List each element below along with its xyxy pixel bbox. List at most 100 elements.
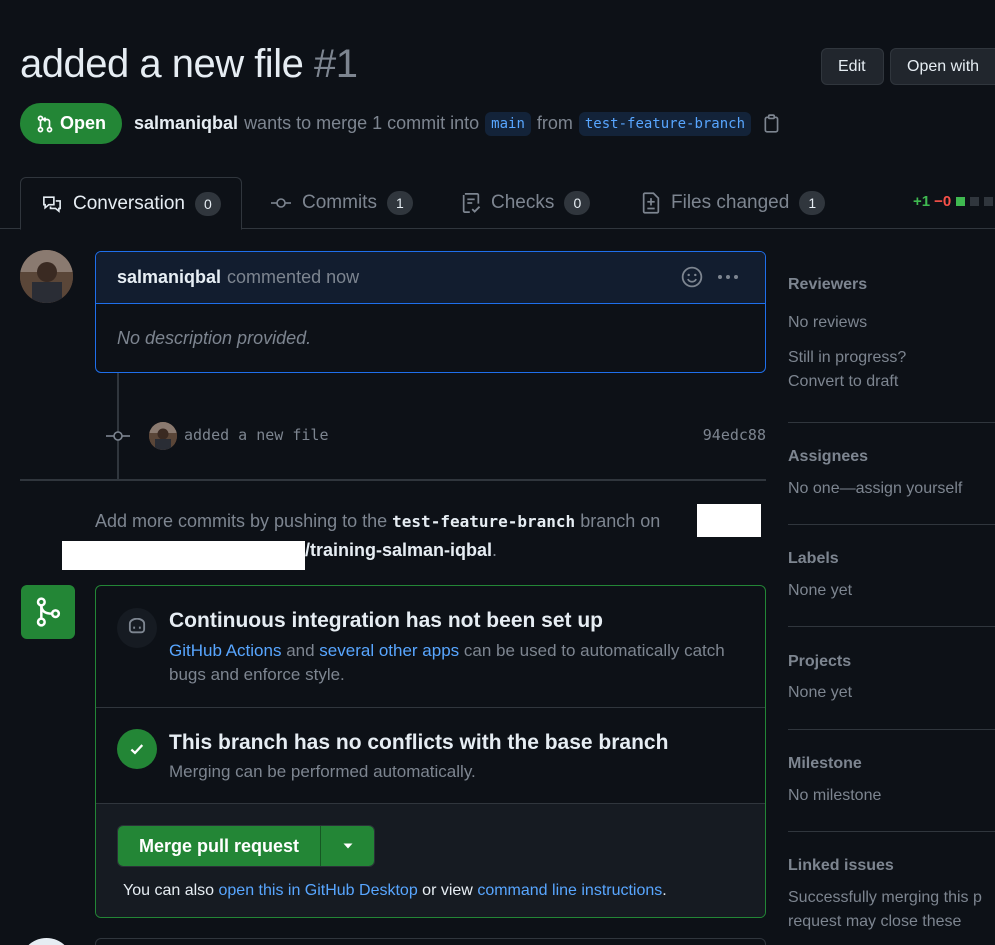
tab-files-changed[interactable]: Files changed 1 <box>641 177 826 229</box>
merge-pull-request-button[interactable]: Merge pull request <box>118 826 321 866</box>
merge-description: salmaniqbal wants to merge 1 commit into… <box>134 111 781 136</box>
sidebar-projects: Projects None yet <box>788 653 995 705</box>
merge-button-group: Merge pull request <box>117 825 376 867</box>
tab-conversation[interactable]: Conversation 0 <box>20 177 242 230</box>
merge-text: wants to merge 1 commit into <box>244 113 480 133</box>
push-suffix: . <box>492 540 498 560</box>
convert-to-draft-link[interactable]: Convert to draft <box>788 370 995 394</box>
command-line-link[interactable]: command line instructions <box>477 882 662 899</box>
labels-heading[interactable]: Labels <box>788 550 995 568</box>
tab-commits[interactable]: Commits 1 <box>270 177 413 229</box>
push-prefix: Add more commits by pushing to the <box>95 511 388 531</box>
pr-number: #1 <box>313 42 358 86</box>
pr-title: added a new file #1 <box>20 42 358 87</box>
diffstat-block <box>956 197 966 206</box>
no-conflicts-section: This branch has no conflicts with the ba… <box>96 708 765 804</box>
github-actions-link[interactable]: GitHub Actions <box>169 641 281 660</box>
comment-icon <box>43 195 61 213</box>
diffstat-additions: +1 <box>913 193 931 210</box>
sidebar-divider <box>788 831 995 832</box>
smiley-icon[interactable] <box>681 266 703 293</box>
file-diff-icon <box>642 192 660 214</box>
checklist-icon <box>462 192 481 214</box>
merge-status-icon <box>21 585 75 639</box>
state-badge: Open <box>20 103 123 144</box>
assignees-heading[interactable]: Assignees <box>788 448 995 466</box>
linked-issues-value: Successfully merging this p <box>788 889 982 906</box>
comment-form-box <box>95 938 766 945</box>
no-conflicts-description: Merging can be performed automatically. <box>169 762 476 781</box>
head-branch[interactable]: test-feature-branch <box>578 111 752 136</box>
timeline-divider <box>20 479 766 481</box>
ci-description: GitHub Actions and several other apps ca… <box>169 639 749 687</box>
tab-count: 1 <box>799 191 826 215</box>
comment-author[interactable]: salmaniqbal <box>117 267 221 288</box>
tab-checks[interactable]: Checks 0 <box>461 177 591 229</box>
merge-options-dropdown[interactable] <box>320 826 375 866</box>
git-merge-icon <box>36 597 61 627</box>
push-branch: test-feature-branch <box>392 512 576 531</box>
sidebar-divider <box>788 422 995 423</box>
pr-status-row: Open salmaniqbal wants to merge 1 commit… <box>20 103 781 144</box>
comment-box: salmaniqbal commented now No description… <box>95 251 766 373</box>
sidebar-divider <box>788 524 995 525</box>
comment-header: salmaniqbal commented now <box>96 252 765 304</box>
tab-label: Files changed <box>671 192 790 213</box>
diffstat-block <box>984 197 994 206</box>
copy-icon[interactable] <box>763 113 781 134</box>
pr-title-text: added a new file <box>20 42 304 86</box>
merge-section: Merge pull request You can also open thi… <box>96 804 765 917</box>
github-desktop-link[interactable]: open this in GitHub Desktop <box>219 882 418 899</box>
pr-author-link[interactable]: salmaniqbal <box>134 113 238 134</box>
tab-label: Checks <box>491 192 555 213</box>
from-text: from <box>536 113 573 133</box>
milestone-heading[interactable]: Milestone <box>788 755 995 773</box>
linked-issues-value-2: request may close these <box>788 913 962 930</box>
open-with-button[interactable]: Open with <box>890 48 995 85</box>
commit-avatar[interactable] <box>149 422 177 450</box>
base-branch[interactable]: main <box>485 111 531 136</box>
sidebar-assignees: Assignees No one—assign yourself <box>788 448 995 501</box>
tab-count: 1 <box>386 191 413 215</box>
edit-button[interactable]: Edit <box>821 48 884 85</box>
sidebar-milestone: Milestone No milestone <box>788 755 995 808</box>
comment-time[interactable]: commented now <box>227 267 359 288</box>
kebab-menu-icon[interactable] <box>716 268 740 291</box>
diffstat-deletions: −0 <box>934 193 952 210</box>
sidebar-divider <box>788 729 995 730</box>
redaction-block <box>697 504 761 537</box>
tab-label: Conversation <box>73 192 185 214</box>
labels-value: None yet <box>788 582 853 599</box>
sidebar-divider <box>788 626 995 627</box>
avatar[interactable] <box>20 250 73 303</box>
milestone-value: No milestone <box>788 787 882 804</box>
draft-hint: Still in progress? <box>788 349 907 366</box>
triangle-down-icon <box>343 843 353 849</box>
also-prefix: You can also <box>123 882 215 899</box>
commit-message-link[interactable]: added a new file <box>184 426 329 444</box>
avatar[interactable] <box>20 938 73 945</box>
ci-title: Continuous integration has not been set … <box>169 609 603 632</box>
check-icon <box>117 729 157 769</box>
sidebar-reviewers: Reviewers No reviews Still in progress? … <box>788 276 995 394</box>
other-apps-link[interactable]: several other apps <box>319 641 459 660</box>
state-label: Open <box>60 113 107 133</box>
tab-label: Commits <box>302 192 377 213</box>
projects-heading[interactable]: Projects <box>788 653 995 671</box>
projects-value: None yet <box>788 684 853 701</box>
diffstat-block <box>970 197 980 206</box>
reviewers-heading[interactable]: Reviewers <box>788 276 995 294</box>
push-repo[interactable]: /training-salman-iqbal <box>305 540 492 560</box>
sidebar-labels: Labels None yet <box>788 550 995 603</box>
comment-body: No description provided. <box>117 328 312 348</box>
also-suffix: . <box>662 882 667 899</box>
assignees-value[interactable]: No one—assign yourself <box>788 477 995 501</box>
no-conflicts-title: This branch has no conflicts with the ba… <box>169 731 669 754</box>
robot-icon <box>117 608 157 648</box>
commit-sha-link[interactable]: 94edc88 <box>703 426 766 444</box>
commit-icon <box>106 428 130 449</box>
ci-section: Continuous integration has not been set … <box>96 586 765 708</box>
merge-alternatives: You can also open this in GitHub Desktop… <box>123 882 667 900</box>
reviewers-value: No reviews <box>788 314 868 331</box>
pr-tabs: Conversation 0 Commits 1 Checks 0 Files … <box>0 177 995 230</box>
